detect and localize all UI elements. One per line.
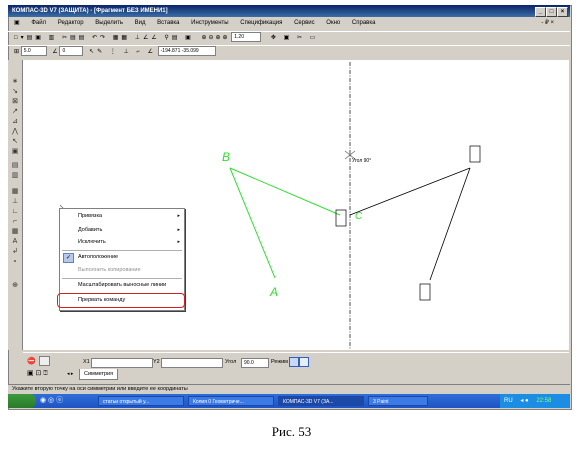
menu-item-snap[interactable]: Привязка: [78, 213, 102, 219]
task-copy-geometry[interactable]: Копия 0 Геометриче...: [188, 396, 274, 406]
menu-item-add[interactable]: Добавить: [78, 227, 102, 233]
point-label-a: A: [270, 285, 279, 299]
properties-icons[interactable]: ▣ ⊡ ⍰: [27, 369, 48, 378]
help-icon[interactable]: [39, 356, 50, 366]
point-label-b: B: [222, 150, 231, 164]
language-indicator[interactable]: RU: [504, 398, 513, 404]
tray-icons: ◂ ●: [520, 398, 529, 404]
tab-symmetry[interactable]: Симметрия: [79, 369, 119, 380]
tab-nav-arrows[interactable]: ◂ ▸: [67, 371, 73, 377]
mode-label: Режим: [271, 359, 288, 365]
angle-field[interactable]: 90.0: [241, 358, 269, 368]
checkmark-icon: ✓: [63, 253, 74, 263]
clock: 22:58: [536, 398, 552, 404]
point-marker-c: [335, 209, 347, 227]
property-bar: ⛔ ▣ ⊡ ⍰ X1 Y2 Угол 90.0 Режим ◂ ▸ Симмет…: [23, 352, 569, 385]
highlight-circle: [57, 293, 185, 308]
y2-label: Y2: [153, 359, 160, 365]
submenu-arrow-icon: ▸: [177, 239, 180, 245]
x1-label: X1: [83, 359, 90, 365]
menu-item-autocreate[interactable]: Автоположение: [78, 254, 118, 260]
menu-item-exclude[interactable]: Исключить: [78, 239, 106, 245]
menu-separator: [62, 278, 182, 279]
mirrored-line-top: [349, 167, 471, 216]
status-text: Укажите вторую точку на оси симметрии ил…: [12, 386, 188, 392]
status-bar: Укажите вторую точку на оси симметрии ил…: [8, 384, 570, 394]
menu-separator: [62, 250, 182, 251]
task-articles[interactable]: статьи открытый у...: [98, 396, 184, 406]
x1-field[interactable]: [91, 358, 153, 368]
point-label-c: C: [355, 211, 363, 222]
stop-icon[interactable]: ⛔: [27, 357, 36, 365]
y2-field[interactable]: [161, 358, 223, 368]
point-marker-top: [469, 145, 481, 163]
menu-item-scale-ext-lines[interactable]: Масштабировать выносные линии: [78, 282, 166, 288]
quicklaunch-icons[interactable]: ◉ ◎ ⓔ: [40, 396, 63, 406]
system-tray: RU ◂ ● 22:58: [500, 394, 570, 408]
angle-readout: Угол 90°: [352, 158, 372, 164]
start-button[interactable]: [8, 394, 36, 408]
task-paint[interactable]: 3 Paint: [368, 396, 428, 406]
submenu-arrow-icon: ▸: [177, 227, 180, 233]
angle-label: Угол: [225, 359, 237, 365]
point-marker-bottom: [419, 283, 431, 301]
mode-button-1[interactable]: [289, 357, 299, 367]
taskbar: ◉ ◎ ⓔ статьи открытый у... Копия 0 Геоме…: [8, 394, 570, 408]
submenu-arrow-icon: ▸: [177, 213, 180, 219]
menu-item-copy[interactable]: Выполнить копирование: [78, 267, 141, 273]
figure-caption: Рис. 53: [271, 424, 312, 439]
task-kompas[interactable]: КОМПАС-3D V7 (ЗА...: [278, 396, 364, 406]
mode-button-2[interactable]: [299, 357, 309, 367]
mirrored-line-bottom: [429, 167, 471, 281]
